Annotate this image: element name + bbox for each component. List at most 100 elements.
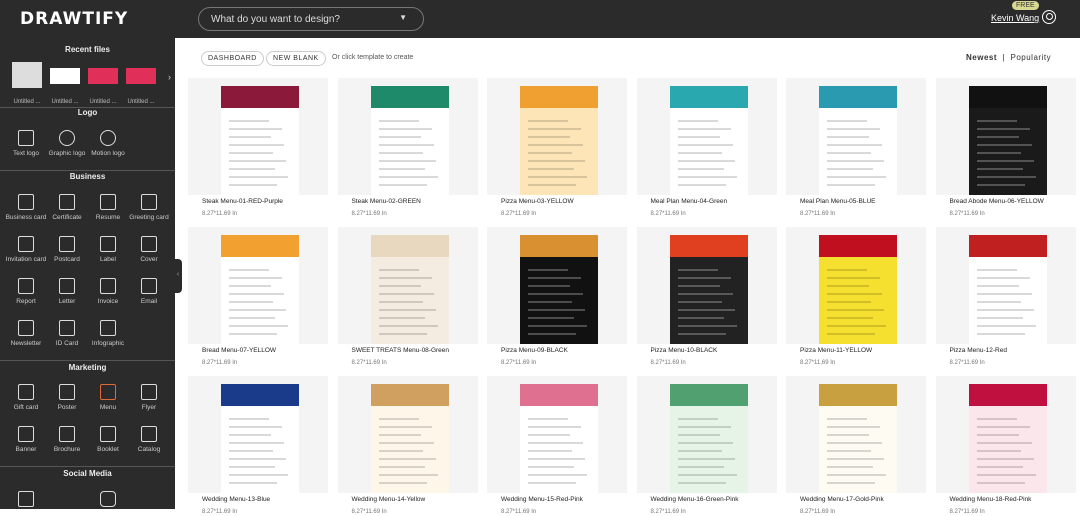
id-card-tool[interactable]: ID Card — [44, 320, 90, 347]
menu-preview-line — [528, 325, 587, 327]
catalog-tool[interactable]: Catalog — [126, 426, 172, 453]
menu-preview-header — [968, 86, 1047, 108]
brochure-tool[interactable]: Brochure — [44, 426, 90, 453]
template-thumbnail[interactable] — [487, 376, 627, 493]
template-card[interactable]: Meal Plan Menu-05-BLUE 8.27*11.69 In — [786, 78, 926, 218]
template-card[interactable]: SWEET TREATS Menu-08-Green 8.27*11.69 In — [337, 227, 478, 367]
template-card[interactable]: Bread Menu-07-YELLOW 8.27*11.69 In — [188, 227, 328, 367]
menu-preview-line — [677, 325, 737, 327]
dashboard-button[interactable]: DASHBOARD — [201, 51, 264, 66]
template-name: Wedding Menu-14-Yellow — [351, 496, 426, 503]
user-avatar-icon[interactable] — [1042, 10, 1056, 24]
template-thumbnail[interactable] — [636, 376, 777, 493]
template-thumbnail[interactable] — [786, 227, 926, 344]
template-thumbnail[interactable] — [487, 78, 627, 195]
sort-newest[interactable]: Newest — [966, 53, 997, 62]
user-name-link[interactable]: Kevin Wang — [991, 13, 1039, 23]
business-card-tool[interactable]: Business card — [3, 194, 49, 221]
template-thumbnail[interactable] — [188, 376, 328, 493]
template-thumbnail[interactable] — [337, 78, 478, 195]
graphic-logo-tool[interactable]: Graphic logo — [44, 130, 90, 157]
template-thumbnail[interactable] — [935, 78, 1076, 195]
template-name: Wedding Menu-13-Blue — [202, 496, 271, 503]
template-thumbnail[interactable] — [487, 227, 627, 344]
invitation-card-tool[interactable]: Invitation card — [3, 236, 49, 263]
template-card[interactable]: Steak Menu-01-RED-Purple 8.27*11.69 In — [188, 78, 328, 218]
greeting-card-tool[interactable]: Greeting card — [126, 194, 172, 221]
template-card[interactable]: Pizza Menu-09-BLACK 8.27*11.69 In — [487, 227, 627, 367]
facebook-tool[interactable] — [3, 491, 49, 509]
menu-preview-header — [669, 86, 748, 108]
template-card[interactable]: Pizza Menu-11-YELLOW 8.27*11.69 In — [786, 227, 926, 367]
menu-preview-line — [528, 317, 574, 319]
template-name: Pizza Menu-03-YELLOW — [501, 198, 574, 205]
recent-file-label: Untitled ... — [89, 99, 117, 105]
label-tool[interactable]: Label — [85, 236, 131, 263]
search-input[interactable]: What do you want to design? ▼ — [198, 7, 424, 31]
collapse-sidebar-button[interactable]: ‹ — [174, 259, 182, 293]
template-card[interactable]: Pizza Menu-03-YELLOW 8.27*11.69 In — [487, 78, 627, 218]
report-tool[interactable]: Report — [3, 278, 49, 305]
flyer-tool[interactable]: Flyer — [126, 384, 172, 411]
tumblr-tool[interactable] — [126, 491, 172, 509]
template-thumbnail[interactable] — [786, 78, 926, 195]
template-card[interactable]: Wedding Menu-18-Red-Pink 8.27*11.69 In — [935, 376, 1076, 516]
menu-tool[interactable]: Menu — [85, 384, 131, 411]
template-thumbnail[interactable] — [337, 227, 478, 344]
app-logo[interactable]: DRAWTIFY — [20, 9, 128, 29]
booklet-tool[interactable]: Booklet — [85, 426, 131, 453]
recent-file-thumb[interactable] — [126, 68, 156, 84]
recent-file-thumb[interactable] — [88, 68, 118, 84]
invitation-card-icon — [18, 236, 34, 252]
template-card[interactable]: Pizza Menu-10-BLACK 8.27*11.69 In — [636, 227, 777, 367]
menu-preview-line — [827, 168, 873, 170]
template-card[interactable]: Wedding Menu-15-Red-Pink 8.27*11.69 In — [487, 376, 627, 516]
template-thumbnail[interactable] — [935, 227, 1076, 344]
certificate-tool[interactable]: Certificate — [44, 194, 90, 221]
template-thumbnail[interactable] — [188, 227, 328, 344]
template-thumbnail[interactable] — [636, 227, 777, 344]
recent-file-thumb[interactable] — [50, 68, 80, 84]
invoice-tool[interactable]: Invoice — [85, 278, 131, 305]
newsletter-tool[interactable]: Newsletter — [3, 320, 49, 347]
recent-file-thumb[interactable] — [12, 62, 42, 88]
menu-preview-line — [827, 269, 867, 271]
template-card[interactable]: Steak Menu-02-GREEN 8.27*11.69 In — [337, 78, 478, 218]
new-blank-button[interactable]: NEW BLANK — [266, 51, 326, 66]
template-thumbnail[interactable] — [636, 78, 777, 195]
template-card[interactable]: Wedding Menu-16-Green-Pink 8.27*11.69 In — [636, 376, 777, 516]
twitter-tool[interactable] — [44, 491, 90, 509]
resume-tool[interactable]: Resume — [85, 194, 131, 221]
template-card[interactable]: Meal Plan Menu-04-Green 8.27*11.69 In — [636, 78, 777, 218]
template-card[interactable]: Bread Abode Menu-06-YELLOW 8.27*11.69 In — [935, 78, 1076, 218]
template-card[interactable]: Wedding Menu-17-Gold-Pink 8.27*11.69 In — [786, 376, 926, 516]
menu-preview-line — [378, 426, 432, 428]
chevron-right-icon[interactable]: › — [168, 72, 171, 82]
template-card[interactable]: Wedding Menu-13-Blue 8.27*11.69 In — [188, 376, 328, 516]
cover-tool[interactable]: Cover — [126, 236, 172, 263]
menu-preview-line — [827, 144, 882, 146]
sort-popularity[interactable]: Popularity — [1011, 53, 1052, 62]
instagram-tool[interactable] — [85, 491, 131, 509]
email-tool[interactable]: Email — [126, 278, 172, 305]
letter-tool[interactable]: Letter — [44, 278, 90, 305]
template-thumbnail[interactable] — [337, 376, 478, 493]
banner-tool[interactable]: Banner — [3, 426, 49, 453]
template-card[interactable]: Pizza Menu-12-Red 8.27*11.69 In — [935, 227, 1076, 367]
template-thumbnail[interactable] — [935, 376, 1076, 493]
graphic-logo-icon — [59, 130, 75, 146]
gift-card-tool[interactable]: Gift card — [3, 384, 49, 411]
chevron-down-icon[interactable]: ▼ — [399, 13, 407, 22]
poster-tool[interactable]: Poster — [44, 384, 90, 411]
template-card[interactable]: Wedding Menu-14-Yellow 8.27*11.69 In — [337, 376, 478, 516]
menu-preview-line — [677, 168, 724, 170]
motion-logo-tool[interactable]: Motion logo — [85, 130, 131, 157]
postcard-tool[interactable]: Postcard — [44, 236, 90, 263]
template-thumbnail[interactable] — [188, 78, 328, 195]
menu-preview-line — [229, 160, 286, 162]
infographic-tool[interactable]: Infographic — [85, 320, 131, 347]
text-logo-tool[interactable]: Text logo — [3, 130, 49, 157]
menu-preview-line — [827, 333, 875, 335]
template-thumbnail[interactable] — [786, 376, 926, 493]
template-name: Pizza Menu-09-BLACK — [501, 347, 568, 354]
